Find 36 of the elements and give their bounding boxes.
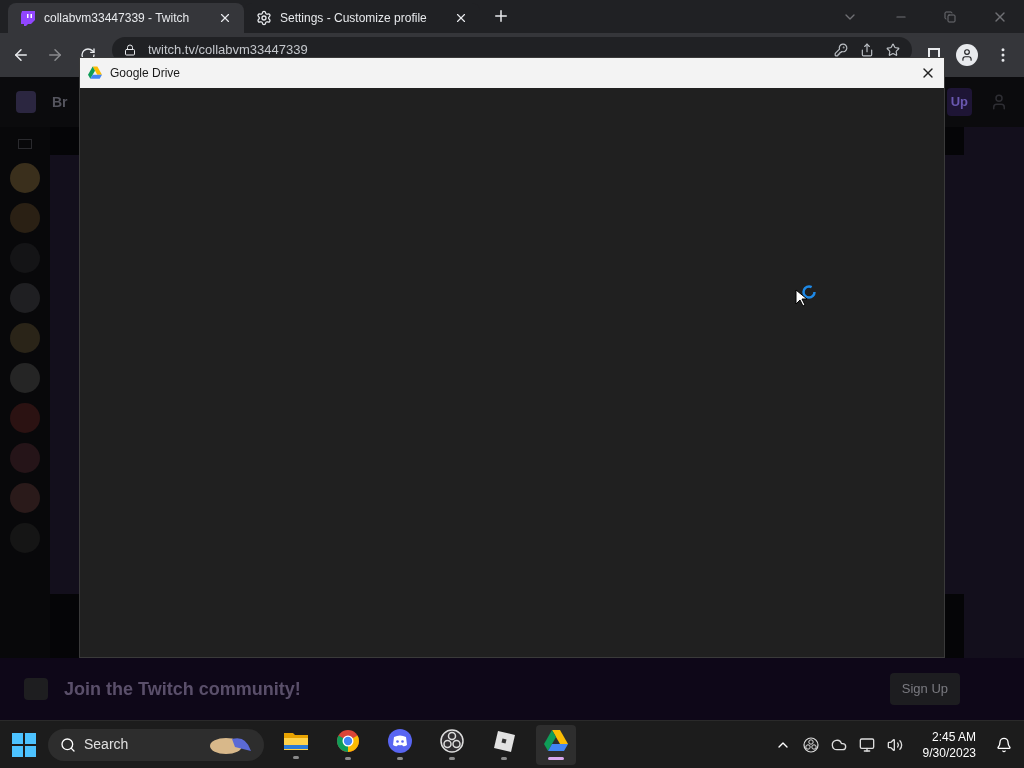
key-icon[interactable] — [834, 43, 848, 57]
lock-icon — [124, 44, 136, 56]
windows-logo-icon[interactable] — [12, 732, 36, 757]
new-tab-icon[interactable] — [492, 7, 510, 25]
volume-icon[interactable] — [886, 736, 903, 753]
dialog-title: Google Drive — [110, 65, 182, 82]
notification-icon[interactable] — [996, 736, 1012, 753]
taskbar-app[interactable] — [536, 724, 576, 765]
drive-logo-icon — [544, 729, 568, 753]
forward-icon[interactable] — [46, 46, 64, 64]
tab-title: Settings - Customize profile — [280, 10, 428, 27]
network-icon[interactable] — [858, 736, 875, 753]
chrome-logo-icon — [336, 729, 360, 753]
chat-app-icon — [388, 729, 412, 753]
close-icon[interactable] — [454, 11, 468, 25]
restore-icon[interactable] — [944, 10, 956, 23]
url-text: twitch.tv/collabvm33447339 — [148, 43, 308, 57]
record-circle-icon — [440, 729, 464, 753]
folder-icon — [283, 730, 309, 752]
browser-tab[interactable]: collabvm33447339 - Twitch — [8, 3, 244, 33]
record-circle-icon[interactable] — [802, 736, 819, 753]
drive-logo-icon — [88, 66, 102, 80]
back-icon[interactable] — [12, 46, 30, 64]
share-icon[interactable] — [860, 43, 874, 57]
star-icon[interactable] — [886, 43, 900, 57]
search-field[interactable]: Search — [48, 728, 264, 761]
clock[interactable]: 2:45 AM 9/30/2023 — [922, 728, 976, 761]
search-icon — [60, 736, 76, 753]
cursor-icon — [795, 289, 807, 307]
sign-up-button[interactable]: Sign Up — [889, 673, 960, 705]
tab-title: collabvm33447339 - Twitch — [44, 10, 191, 27]
banner-text: Join the Twitch community! — [64, 677, 302, 701]
search-placeholder: Search — [84, 735, 130, 754]
profile-avatar[interactable] — [956, 44, 978, 66]
close-icon[interactable] — [218, 11, 232, 25]
gear-icon — [256, 10, 272, 26]
